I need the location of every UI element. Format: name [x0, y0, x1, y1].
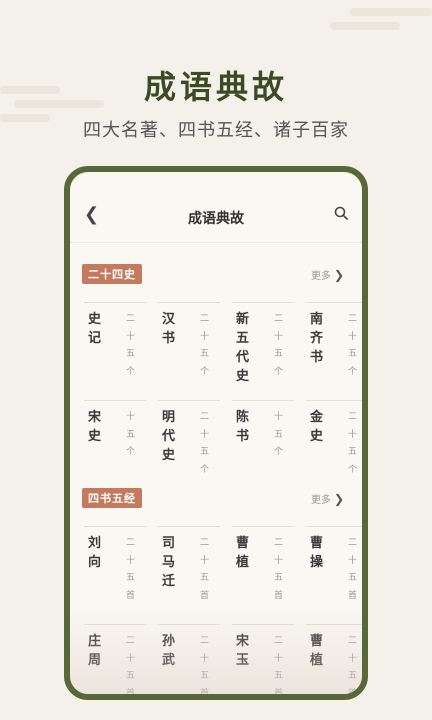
item-divider: [232, 400, 294, 401]
more-link[interactable]: 更多 ❯: [311, 491, 344, 506]
book-item[interactable]: 南齐书 二十五个: [304, 302, 362, 398]
book-title: 明代史: [162, 410, 176, 463]
book-title: 宋史: [88, 410, 102, 444]
book-count: 二十五首: [126, 538, 136, 601]
item-divider: [306, 400, 362, 401]
hero-title: 成语典故: [143, 68, 288, 106]
book-title: 新五代史: [236, 312, 250, 384]
book-item[interactable]: 汉书 二十五个: [156, 302, 230, 398]
book-title: 司马迁: [162, 536, 176, 589]
more-label: 更多: [310, 271, 331, 282]
book-title: 曹植: [236, 536, 250, 570]
chevron-right-icon: ❯: [333, 268, 344, 282]
item-divider: [306, 526, 362, 527]
book-count: 二十五个: [200, 412, 210, 475]
more-link[interactable]: 更多 ❯: [311, 267, 344, 282]
book-title: 汉书: [162, 312, 176, 346]
book-count: 二十五首: [274, 538, 284, 601]
app-nav-title: 成语典故: [188, 211, 244, 227]
cloud-decoration: [350, 8, 432, 16]
book-item[interactable]: 宋史 十五个: [82, 400, 156, 496]
book-count: 二十五个: [348, 314, 358, 377]
app-header: ❮ 成语典故: [70, 172, 362, 243]
item-divider: [84, 400, 146, 401]
hero-subtitle: 四大名著、四书五经、诸子百家: [83, 120, 349, 141]
item-divider: [84, 526, 146, 527]
book-count: 二十五个: [200, 314, 210, 377]
book-title: 史记: [88, 312, 102, 346]
item-divider: [158, 302, 220, 303]
section-badge: 二十四史: [82, 264, 142, 284]
item-divider: [232, 526, 294, 527]
chevron-right-icon: ❯: [333, 492, 344, 506]
book-item[interactable]: 明代史 二十五个: [156, 400, 230, 496]
item-divider: [306, 302, 362, 303]
book-title: 陈书: [236, 410, 250, 444]
item-divider: [158, 526, 220, 527]
search-icon[interactable]: [334, 206, 348, 220]
book-title: 金史: [310, 410, 324, 444]
mountain-decoration: [70, 604, 362, 694]
book-count: 二十五首: [200, 538, 210, 601]
phone-mockup: ❮ 成语典故 二十四史 更多 ❯ 史记 二十五个 汉书 二十五个 新五代史 二十五个 南齐书二…: [64, 166, 368, 700]
book-count: 二十五个: [126, 314, 136, 377]
book-item[interactable]: 金史 二十五个: [304, 400, 362, 496]
item-divider: [158, 400, 220, 401]
cloud-decoration: [330, 22, 400, 30]
more-label: 更多: [310, 495, 331, 506]
book-item[interactable]: 新五代史 二十五个: [230, 302, 304, 398]
book-item[interactable]: 陈书 十五个: [230, 400, 304, 496]
book-count: 二十五个: [348, 412, 358, 475]
book-title: 曹操: [310, 536, 324, 570]
book-count: 二十五首: [348, 538, 358, 601]
section-badge: 四书五经: [82, 488, 142, 508]
book-count: 十五个: [274, 412, 284, 457]
item-divider: [232, 302, 294, 303]
book-count: 十五个: [126, 412, 136, 457]
book-title: 刘向: [88, 536, 102, 570]
book-count: 二十五个: [274, 314, 284, 377]
book-title: 南齐书: [310, 312, 324, 365]
item-divider: [84, 302, 146, 303]
book-item[interactable]: 史记 二十五个: [82, 302, 156, 398]
